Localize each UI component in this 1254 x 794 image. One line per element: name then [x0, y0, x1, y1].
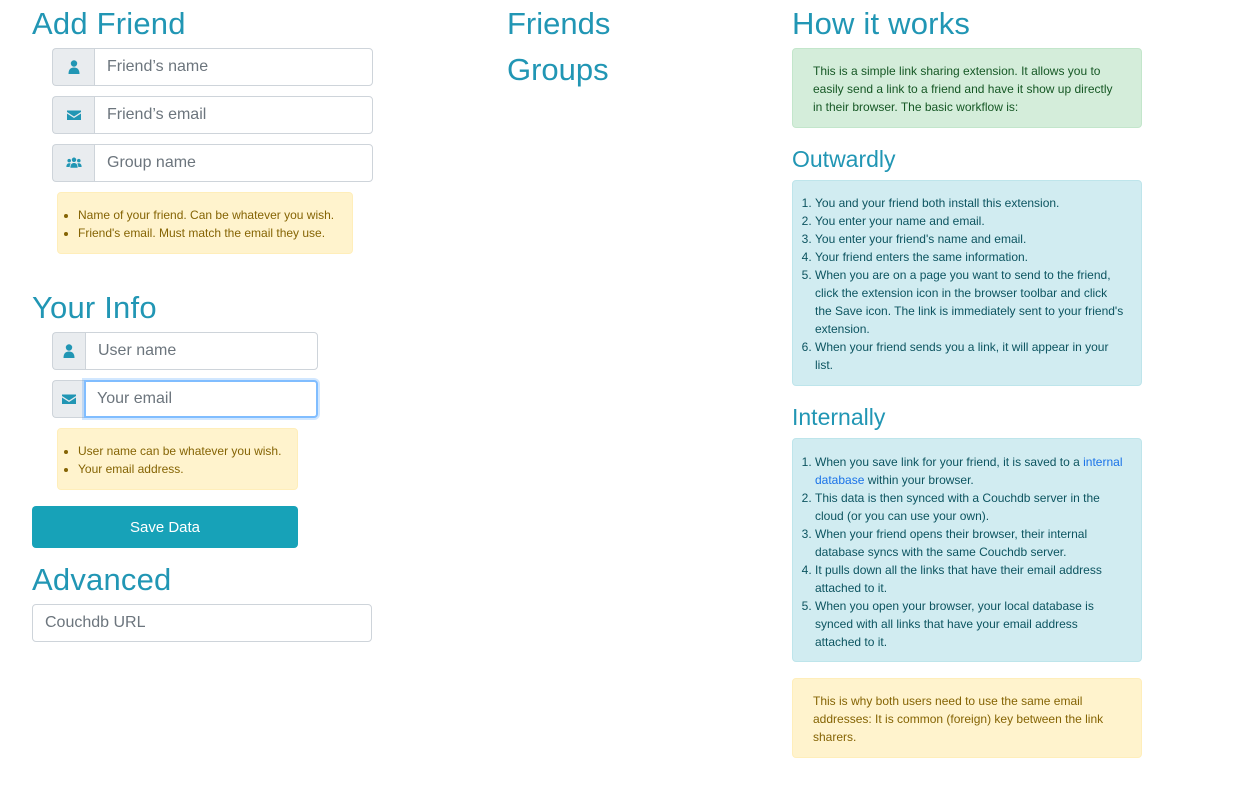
user-icon [52, 332, 85, 370]
group-name-group [52, 144, 373, 182]
outwardly-heading: Outwardly [792, 146, 896, 172]
internally-alert: When you save link for your friend, it i… [792, 438, 1142, 662]
groups-link[interactable]: Groups [507, 54, 609, 85]
internally-step: When you open your browser, your local d… [815, 597, 1125, 651]
your-info-heading: Your Info [32, 290, 157, 325]
friends-link[interactable]: Friends [507, 8, 610, 39]
outwardly-alert: You and your friend both install this ex… [792, 180, 1142, 386]
your-email-group [52, 380, 318, 418]
internally-step1-before: When you save link for your friend, it i… [815, 455, 1084, 469]
friend-email-group [52, 96, 373, 134]
couchdb-url-group [32, 604, 372, 642]
group-name-input[interactable] [94, 144, 373, 182]
save-data-button[interactable]: Save Data [32, 506, 298, 548]
outwardly-step: You and your friend both install this ex… [815, 194, 1125, 212]
outwardly-step: You enter your friend's name and email. [815, 230, 1125, 248]
hint-friend-name: Name of your friend. Can be whatever you… [78, 206, 342, 224]
user-name-group [52, 332, 318, 370]
add-friend-heading: Add Friend [32, 6, 186, 41]
hint-friend-email: Friend's email. Must match the email the… [78, 224, 342, 242]
intro-text: This is a simple link sharing extension.… [813, 64, 1113, 114]
internally-step: This data is then synced with a Couchdb … [815, 489, 1125, 525]
how-it-works-heading: How it works [792, 6, 971, 41]
email-note-alert: This is why both users need to use the s… [792, 678, 1142, 758]
outwardly-step: You enter your name and email. [815, 212, 1125, 230]
internally-step: When your friend opens their browser, th… [815, 525, 1125, 561]
email-note-text: This is why both users need to use the s… [813, 694, 1104, 744]
friend-name-group [52, 48, 373, 86]
couchdb-url-input[interactable] [32, 604, 372, 642]
users-icon [52, 144, 94, 182]
advanced-heading: Advanced [32, 562, 172, 597]
internally-step: It pulls down all the links that have th… [815, 561, 1125, 597]
envelope-icon [52, 380, 84, 418]
envelope-icon [52, 96, 94, 134]
intro-alert: This is a simple link sharing extension.… [792, 48, 1142, 128]
friend-email-input[interactable] [94, 96, 373, 134]
friend-name-input[interactable] [94, 48, 373, 86]
internally-step1-after: within your browser. [864, 473, 974, 487]
hint-your-email: Your email address. [78, 460, 287, 478]
outwardly-step: Your friend enters the same information. [815, 248, 1125, 266]
add-friend-hints: Name of your friend. Can be whatever you… [57, 192, 353, 254]
internally-heading: Internally [792, 404, 886, 430]
outwardly-step: When you are on a page you want to send … [815, 266, 1125, 338]
user-name-input[interactable] [85, 332, 318, 370]
your-info-hints: User name can be whatever you wish. Your… [57, 428, 298, 490]
hint-user-name: User name can be whatever you wish. [78, 442, 287, 460]
internally-step: When you save link for your friend, it i… [815, 453, 1125, 489]
your-email-input[interactable] [84, 380, 318, 418]
user-icon [52, 48, 94, 86]
outwardly-step: When your friend sends you a link, it wi… [815, 338, 1125, 374]
